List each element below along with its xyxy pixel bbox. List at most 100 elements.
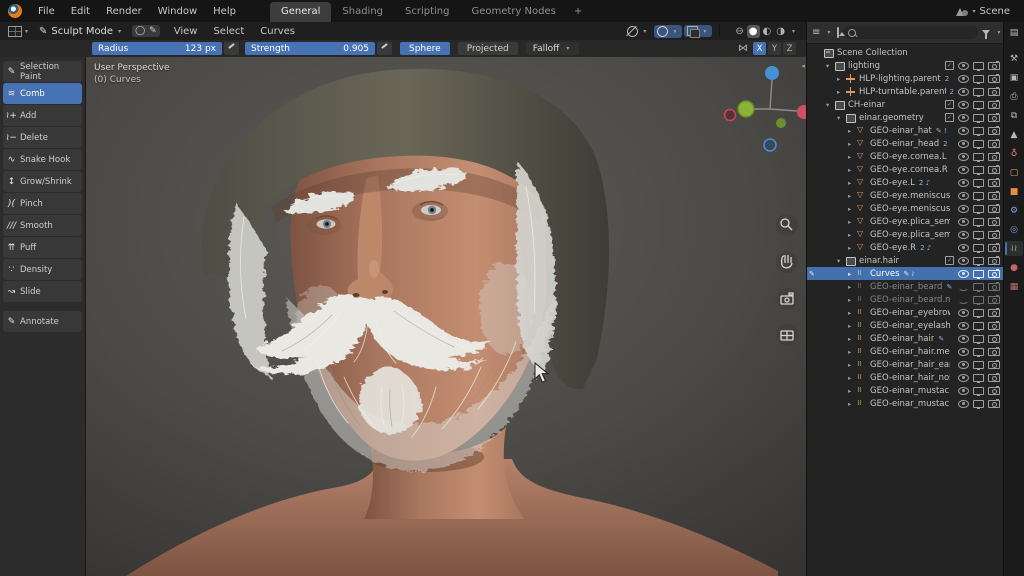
disable-in-viewports-toggle[interactable] bbox=[973, 217, 984, 227]
object-name[interactable]: einar.hair bbox=[859, 256, 899, 266]
disable-in-viewports-toggle[interactable] bbox=[973, 152, 984, 162]
hide-in-viewport-toggle[interactable] bbox=[958, 308, 969, 317]
shading-mode-button[interactable]: ◐ bbox=[761, 25, 774, 38]
disable-in-viewports-toggle[interactable] bbox=[973, 61, 984, 71]
expand-arrow[interactable]: ▸ bbox=[848, 335, 857, 343]
outliner-row[interactable]: ▾ einar.geometry bbox=[807, 111, 1004, 124]
tool-button[interactable]: /// Smooth bbox=[3, 215, 82, 236]
disable-in-renders-toggle[interactable] bbox=[988, 398, 1000, 408]
disable-in-viewports-toggle[interactable] bbox=[973, 321, 984, 331]
viewport-3d[interactable]: User Perspective (0) Curves ◂ bbox=[86, 57, 806, 576]
object-name[interactable]: GEO-einar_eyelashes bbox=[870, 321, 950, 331]
object-name[interactable]: GEO-einar_mustache.m bbox=[870, 399, 950, 409]
expand-arrow[interactable]: ▸ bbox=[848, 140, 857, 148]
properties-tab[interactable]: ▤ bbox=[1005, 25, 1023, 40]
disable-in-renders-toggle[interactable] bbox=[988, 320, 1000, 330]
ortho-grid-button[interactable] bbox=[776, 324, 798, 346]
tool-button[interactable]: ≀+ Add bbox=[3, 105, 82, 126]
blender-logo-icon[interactable] bbox=[8, 4, 22, 18]
tool-button[interactable]: ↕ Grow/Shrink bbox=[3, 171, 82, 192]
camera-view-button[interactable] bbox=[776, 288, 798, 310]
disable-in-viewports-toggle[interactable] bbox=[973, 178, 984, 188]
disable-in-viewports-toggle[interactable] bbox=[973, 243, 984, 253]
expand-arrow[interactable]: ▸ bbox=[848, 374, 857, 382]
strength-slider[interactable]: Strength 0.905 bbox=[245, 42, 375, 55]
hide-in-viewport-toggle[interactable] bbox=[958, 399, 969, 408]
expand-arrow[interactable]: ▸ bbox=[848, 361, 857, 369]
properties-tab[interactable]: ≀≀ bbox=[1005, 241, 1023, 256]
chevron-down-icon[interactable]: ▾ bbox=[792, 28, 795, 35]
hide-in-viewport-toggle[interactable] bbox=[958, 217, 969, 226]
object-name[interactable]: GEO-einar_mustache bbox=[870, 386, 950, 396]
tool-button[interactable]: ✎ Selection Paint bbox=[3, 61, 82, 82]
object-name[interactable]: GEO-einar_hat bbox=[870, 126, 932, 136]
editor-type-icon[interactable] bbox=[8, 25, 22, 37]
expand-arrow[interactable]: ▸ bbox=[848, 192, 857, 200]
xray-dropdown[interactable]: ▾ bbox=[684, 25, 713, 38]
hide-in-viewport-toggle[interactable] bbox=[958, 178, 969, 187]
disable-in-viewports-toggle[interactable] bbox=[973, 87, 984, 97]
disable-in-viewports-toggle[interactable] bbox=[973, 399, 984, 409]
mask-toggle-icon[interactable]: ◯ bbox=[135, 26, 145, 36]
expand-arrow[interactable]: ▸ bbox=[848, 270, 857, 278]
expand-arrow[interactable]: ▸ bbox=[848, 244, 857, 252]
display-mode-icon[interactable] bbox=[837, 27, 846, 38]
sphere-toggle[interactable]: Sphere bbox=[400, 42, 450, 55]
outliner-row[interactable]: ▸ Curves ✎ ≀ bbox=[807, 267, 1004, 280]
workspace-tab[interactable]: Geometry Nodes bbox=[460, 2, 566, 22]
disable-in-viewports-toggle[interactable] bbox=[973, 308, 984, 318]
selectable-toggle[interactable] bbox=[945, 113, 954, 122]
expand-arrow[interactable]: ▸ bbox=[848, 166, 857, 174]
strength-eyedropper-icon[interactable] bbox=[377, 42, 392, 55]
object-name[interactable]: GEO-eye.R bbox=[870, 243, 916, 253]
menu-item[interactable]: File bbox=[30, 3, 63, 20]
object-name[interactable]: CH-einar bbox=[848, 100, 885, 110]
disable-in-viewports-toggle[interactable] bbox=[973, 204, 984, 214]
outliner-row[interactable]: ▾ lighting bbox=[807, 59, 1004, 72]
object-name[interactable]: GEO-eye.L bbox=[870, 178, 915, 188]
object-name[interactable]: GEO-einar_beard bbox=[870, 282, 942, 292]
disable-in-viewports-toggle[interactable] bbox=[973, 191, 984, 201]
tool-button[interactable]: ≀− Delete bbox=[3, 127, 82, 148]
object-name[interactable]: GEO-eye.plica_semilun bbox=[870, 217, 950, 227]
outliner-row[interactable]: ▸ GEO-eye.meniscus.R bbox=[807, 202, 1004, 215]
shading-mode-button[interactable]: ⊖ bbox=[733, 25, 745, 38]
disable-in-viewports-toggle[interactable] bbox=[973, 295, 984, 305]
disable-in-renders-toggle[interactable] bbox=[988, 151, 1000, 161]
disable-in-renders-toggle[interactable] bbox=[988, 385, 1000, 395]
disable-in-renders-toggle[interactable] bbox=[988, 73, 1000, 83]
properties-tab[interactable]: ▣ bbox=[1005, 70, 1023, 85]
disable-in-renders-toggle[interactable] bbox=[988, 60, 1000, 70]
outliner-row[interactable]: ▸ GEO-einar_hair_ears bbox=[807, 358, 1004, 371]
object-name[interactable]: Scene Collection bbox=[837, 48, 908, 58]
expand-arrow[interactable]: ▸ bbox=[837, 88, 846, 96]
region-collapse-arrow[interactable]: ◂ bbox=[801, 62, 805, 70]
tool-button[interactable]: ↝ Slide bbox=[3, 281, 82, 302]
disable-in-viewports-toggle[interactable] bbox=[973, 74, 984, 84]
hide-in-viewport-toggle[interactable] bbox=[958, 152, 969, 161]
menu-item[interactable]: Window bbox=[150, 3, 205, 20]
viewport-menu-item[interactable]: Curves bbox=[252, 23, 303, 40]
hide-in-viewport-toggle[interactable] bbox=[958, 87, 969, 96]
outliner-row[interactable]: ▸ HLP-lighting.parent 2 bbox=[807, 72, 1004, 85]
disable-in-renders-toggle[interactable] bbox=[988, 268, 1000, 278]
outliner-row[interactable]: ▸ GEO-einar_beard.messy bbox=[807, 293, 1004, 306]
object-name[interactable]: HLP-turntable.parent bbox=[859, 87, 946, 97]
gizmo-x-neg-axis[interactable] bbox=[723, 108, 737, 122]
expand-arrow[interactable]: ▸ bbox=[848, 218, 857, 226]
hide-in-viewport-toggle[interactable] bbox=[958, 139, 969, 148]
object-name[interactable]: GEO-einar_hair bbox=[870, 334, 934, 344]
expand-arrow[interactable]: ▸ bbox=[848, 205, 857, 213]
properties-tab[interactable]: ■ bbox=[1005, 184, 1023, 199]
hide-in-viewport-toggle[interactable] bbox=[958, 386, 969, 395]
hide-in-viewport-toggle[interactable] bbox=[958, 256, 969, 265]
disable-in-renders-toggle[interactable] bbox=[988, 333, 1000, 343]
object-name[interactable]: GEO-eye.meniscus.R bbox=[870, 204, 950, 214]
object-name[interactable]: GEO-eye.cornea.L bbox=[870, 152, 947, 162]
outliner-row[interactable]: ▸ GEO-einar_hat ✎ ! bbox=[807, 124, 1004, 137]
outliner-row[interactable]: ▸ GEO-einar_eyebrows bbox=[807, 306, 1004, 319]
gizmo-y-neg-axis[interactable] bbox=[776, 118, 786, 128]
disable-in-viewports-toggle[interactable] bbox=[973, 100, 984, 110]
workspace-tab[interactable]: Shading bbox=[331, 2, 394, 22]
object-name[interactable]: GEO-einar_head bbox=[870, 139, 939, 149]
